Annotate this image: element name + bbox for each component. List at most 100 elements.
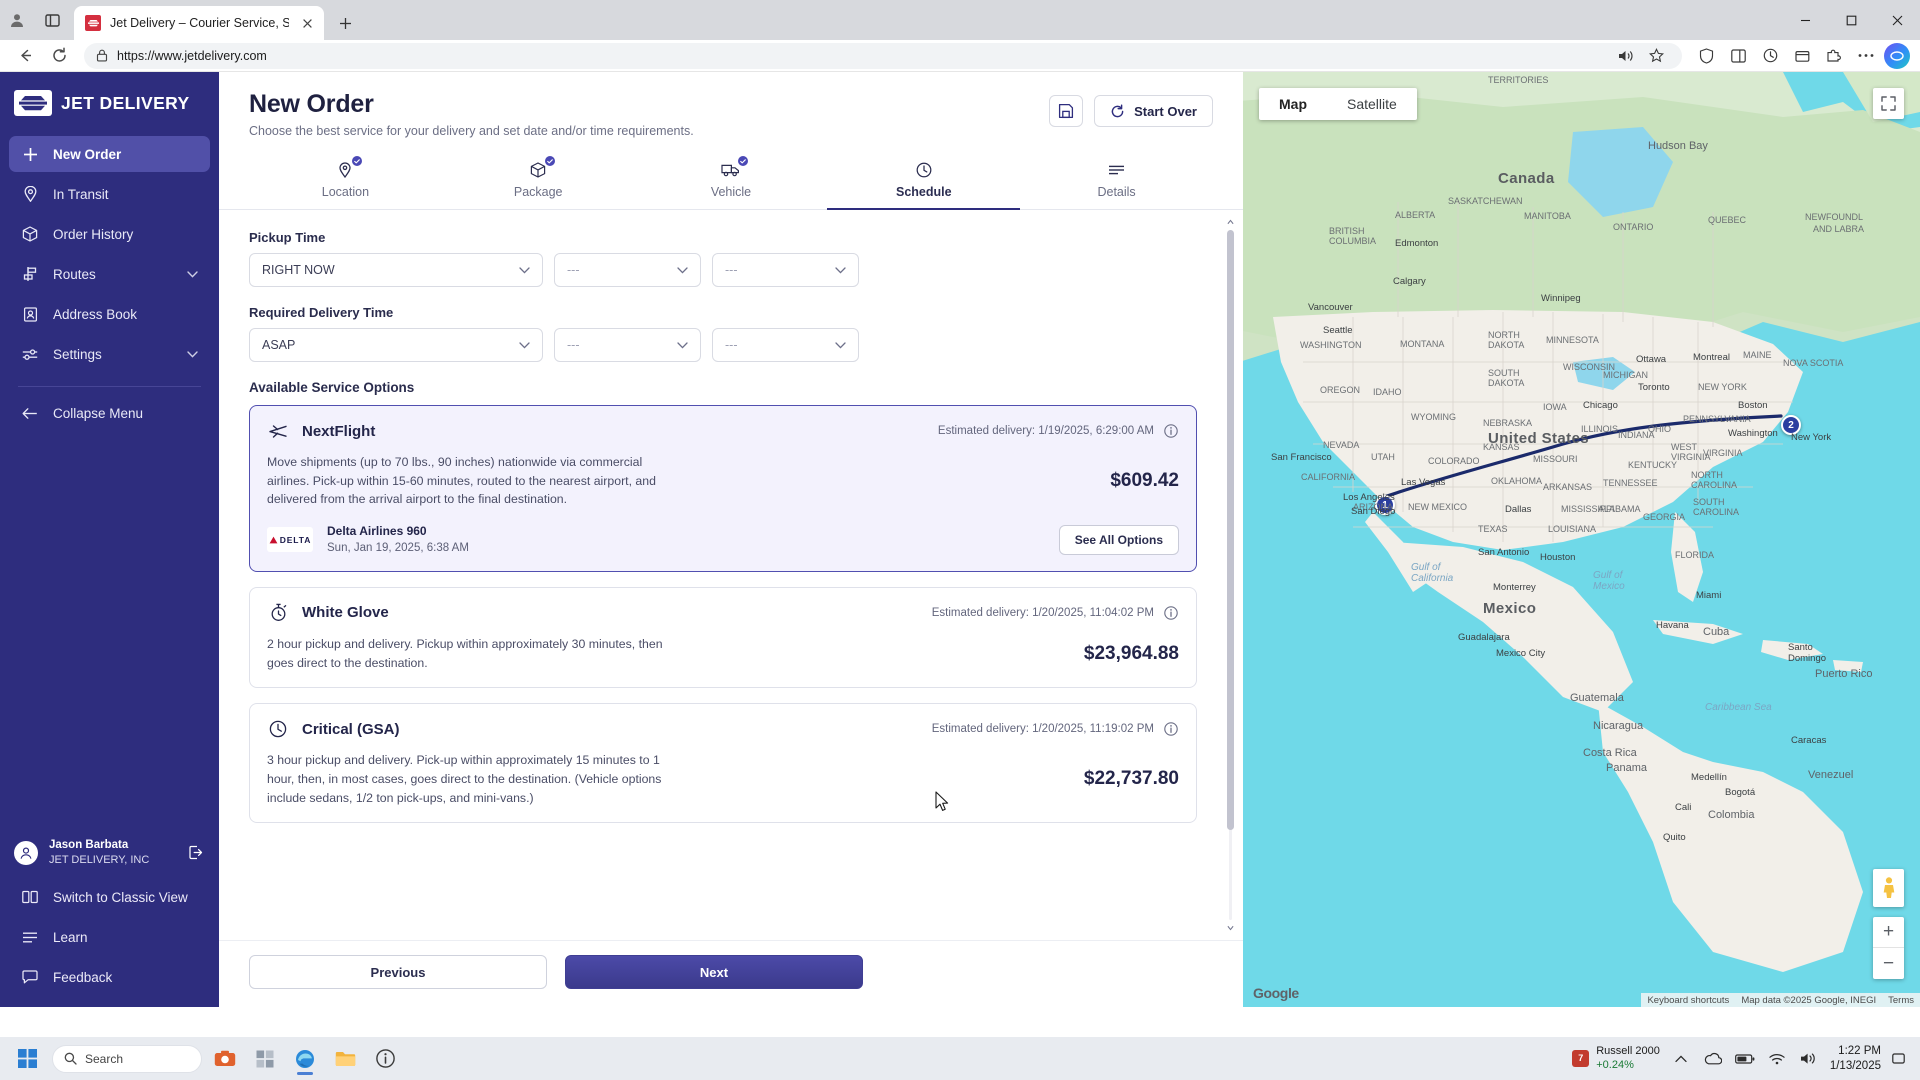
sidebar-item-routes[interactable]: Routes: [9, 256, 210, 292]
tab-location[interactable]: Location: [249, 151, 442, 209]
map-label: Guadalajara: [1458, 632, 1510, 643]
sidebar-item-learn[interactable]: Learn: [9, 919, 210, 955]
delivery-hour-select[interactable]: ---: [712, 328, 859, 362]
map-type-satellite[interactable]: Satellite: [1327, 88, 1417, 120]
sidebar-item-address-book[interactable]: Address Book: [9, 296, 210, 332]
minimize-button[interactable]: [1782, 0, 1828, 40]
fullscreen-icon[interactable]: [1873, 88, 1904, 119]
start-over-button[interactable]: Start Over: [1094, 95, 1213, 127]
volume-icon[interactable]: [1798, 1048, 1820, 1070]
street-view-icon[interactable]: [1873, 869, 1904, 907]
close-window-button[interactable]: [1874, 0, 1920, 40]
chevron-down-icon[interactable]: [187, 350, 198, 358]
map-label: WASHINGTON: [1300, 340, 1362, 350]
brand-logo[interactable]: JET DELIVERY: [14, 90, 205, 116]
map-label: Vancouver: [1308, 302, 1353, 313]
info-icon[interactable]: [1163, 721, 1179, 737]
chevron-down-icon[interactable]: [187, 270, 198, 278]
taskbar-search[interactable]: Search: [52, 1044, 202, 1073]
new-tab-button[interactable]: [330, 8, 360, 38]
user-org: JET DELIVERY, INC: [49, 853, 150, 866]
wifi-icon[interactable]: [1766, 1048, 1788, 1070]
tab-package[interactable]: Package: [442, 151, 635, 209]
terms-link[interactable]: Terms: [1888, 995, 1914, 1006]
pickup-time-select[interactable]: RIGHT NOW: [249, 253, 543, 287]
browser-tab[interactable]: Jet Delivery – Courier Service, San: [74, 6, 324, 40]
sidebar-item-switch-classic-view[interactable]: Switch to Classic View: [9, 879, 210, 915]
map-label: Gulf of Mexico: [1593, 570, 1625, 592]
taskbar-app-info[interactable]: [368, 1042, 402, 1076]
reload-button[interactable]: [44, 43, 74, 69]
battery-icon[interactable]: [1734, 1048, 1756, 1070]
notifications-icon[interactable]: [1891, 1051, 1906, 1066]
more-options-icon[interactable]: [1852, 43, 1880, 69]
map-zoom-controls[interactable]: + −: [1873, 917, 1904, 979]
tab-layout-icon[interactable]: [34, 0, 70, 40]
service-price: $609.42: [1110, 470, 1179, 492]
tab-schedule[interactable]: Schedule: [827, 151, 1020, 210]
maximize-button[interactable]: [1828, 0, 1874, 40]
map-label: PENNSYLVANIA: [1683, 414, 1751, 424]
shield-icon[interactable]: [1692, 43, 1720, 69]
pickup-hour-select[interactable]: ---: [712, 253, 859, 287]
favicon: [85, 15, 101, 31]
tab-label: Details: [1097, 185, 1136, 199]
next-button[interactable]: Next: [565, 955, 863, 989]
map-type-map[interactable]: Map: [1259, 88, 1327, 120]
collections-icon[interactable]: [1788, 43, 1816, 69]
taskbar-app-edge[interactable]: [288, 1042, 322, 1076]
copilot-icon[interactable]: [1884, 42, 1910, 69]
logout-icon[interactable]: [185, 843, 205, 863]
user-profile[interactable]: Jason Barbata JET DELIVERY, INC: [0, 830, 219, 877]
window-controls: [1782, 0, 1920, 40]
map-type-toggle[interactable]: Map Satellite: [1259, 88, 1417, 120]
form-scrollbar[interactable]: [1227, 216, 1234, 934]
stock-widget[interactable]: 7 Russell 2000 +0.24%: [1572, 1045, 1660, 1073]
sidebar-item-settings[interactable]: Settings: [9, 336, 210, 372]
delivery-time-select[interactable]: ASAP: [249, 328, 543, 362]
scroll-up-arrow-icon[interactable]: [1227, 216, 1234, 228]
url-bar[interactable]: https://www.jetdelivery.com: [84, 42, 1682, 69]
sidebar-item-order-history[interactable]: Order History: [9, 216, 210, 252]
service-option-critical-gsa[interactable]: Critical (GSA) Estimated delivery: 1/20/…: [249, 703, 1197, 824]
zoom-out-button[interactable]: −: [1873, 948, 1904, 979]
sidebar-item-in-transit[interactable]: In Transit: [9, 176, 210, 212]
previous-button[interactable]: Previous: [249, 955, 547, 989]
map-panel[interactable]: Map Satellite + − Google Keyboard shortc…: [1243, 72, 1920, 1007]
save-button[interactable]: [1049, 95, 1084, 127]
tab-details[interactable]: Details: [1020, 151, 1213, 209]
zoom-in-button[interactable]: +: [1873, 917, 1904, 948]
split-screen-icon[interactable]: [1724, 43, 1752, 69]
sidebar-item-new-order[interactable]: New Order: [9, 136, 210, 172]
tab-vehicle[interactable]: Vehicle: [635, 151, 828, 209]
scroll-down-arrow-icon[interactable]: [1227, 922, 1234, 934]
back-button[interactable]: [10, 43, 40, 69]
info-icon[interactable]: [1163, 423, 1179, 439]
map-label: SOUTH CAROLINA: [1693, 497, 1740, 517]
taskbar-app-camera[interactable]: [208, 1042, 242, 1076]
service-option-white-glove[interactable]: White Glove Estimated delivery: 1/20/202…: [249, 586, 1197, 689]
sidebar-item-collapse-menu[interactable]: Collapse Menu: [9, 395, 210, 431]
info-icon[interactable]: [1163, 605, 1179, 621]
read-aloud-icon[interactable]: [1612, 43, 1640, 69]
scrollbar-thumb[interactable]: [1227, 230, 1234, 830]
tray-expand-icon[interactable]: [1670, 1048, 1692, 1070]
start-button[interactable]: [8, 1041, 46, 1077]
pickup-date-select[interactable]: ---: [554, 253, 701, 287]
keyboard-shortcuts-link[interactable]: Keyboard shortcuts: [1647, 995, 1729, 1006]
taskbar-app-explorer[interactable]: [328, 1042, 362, 1076]
close-tab-icon[interactable]: [298, 14, 316, 32]
favorite-star-icon[interactable]: [1642, 43, 1670, 69]
extensions-icon[interactable]: [1820, 43, 1848, 69]
map-label: NEWFOUNDL: [1805, 212, 1863, 222]
taskbar-clock[interactable]: 1:22 PM 1/13/2025: [1830, 1044, 1881, 1073]
history-icon[interactable]: [1756, 43, 1784, 69]
onedrive-icon[interactable]: [1702, 1048, 1724, 1070]
refresh-icon: [1110, 103, 1125, 119]
taskbar-app-widgets[interactable]: [248, 1042, 282, 1076]
profile-icon[interactable]: [0, 0, 34, 40]
delivery-date-select[interactable]: ---: [554, 328, 701, 362]
see-all-options-button[interactable]: See All Options: [1058, 524, 1179, 555]
service-option-nextflight[interactable]: NextFlight Estimated delivery: 1/19/2025…: [249, 405, 1197, 572]
sidebar-item-feedback[interactable]: Feedback: [9, 959, 210, 995]
